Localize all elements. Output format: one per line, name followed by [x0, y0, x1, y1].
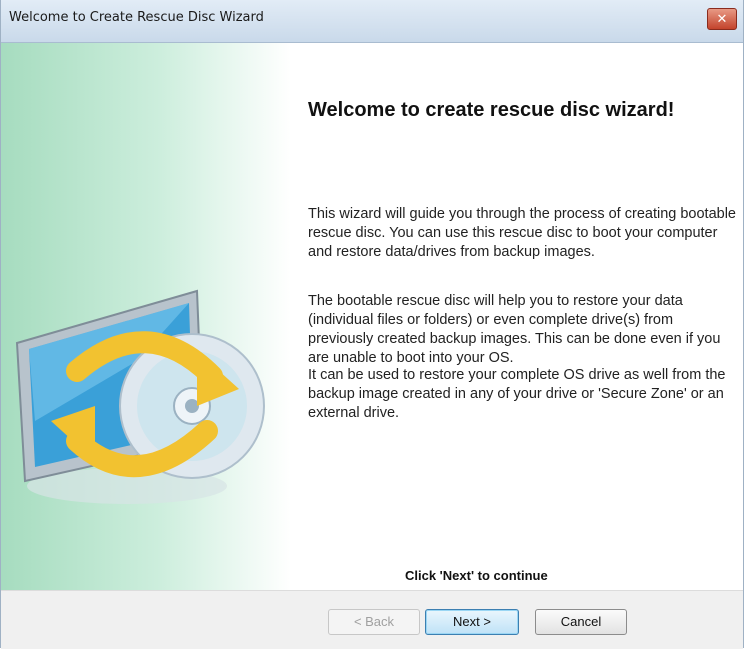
cancel-button[interactable]: Cancel	[535, 609, 627, 635]
title-bar: Welcome to Create Rescue Disc Wizard ✕	[1, 0, 743, 43]
side-panel	[1, 43, 291, 590]
wizard-window: Welcome to Create Rescue Disc Wizard ✕ W…	[0, 0, 744, 649]
monitor-disc-sync-icon	[15, 289, 265, 504]
restore-paragraph: The bootable rescue disc will help you t…	[308, 293, 721, 366]
window-title: Welcome to Create Rescue Disc Wizard	[9, 10, 264, 25]
page-heading: Welcome to create rescue disc wizard!	[308, 99, 675, 121]
continue-instruction: Click 'Next' to continue	[405, 568, 548, 583]
wizard-content: Welcome to create rescue disc wizard! Th…	[1, 43, 743, 590]
os-drive-paragraph: It can be used to restore your complete …	[308, 367, 726, 421]
close-button[interactable]: ✕	[707, 8, 737, 30]
intro-paragraph: This wizard will guide you through the p…	[308, 206, 736, 260]
back-button[interactable]: < Back	[328, 609, 420, 635]
close-icon: ✕	[716, 11, 728, 26]
button-bar: < Back Next > Cancel	[1, 590, 743, 649]
next-button[interactable]: Next >	[425, 609, 519, 635]
